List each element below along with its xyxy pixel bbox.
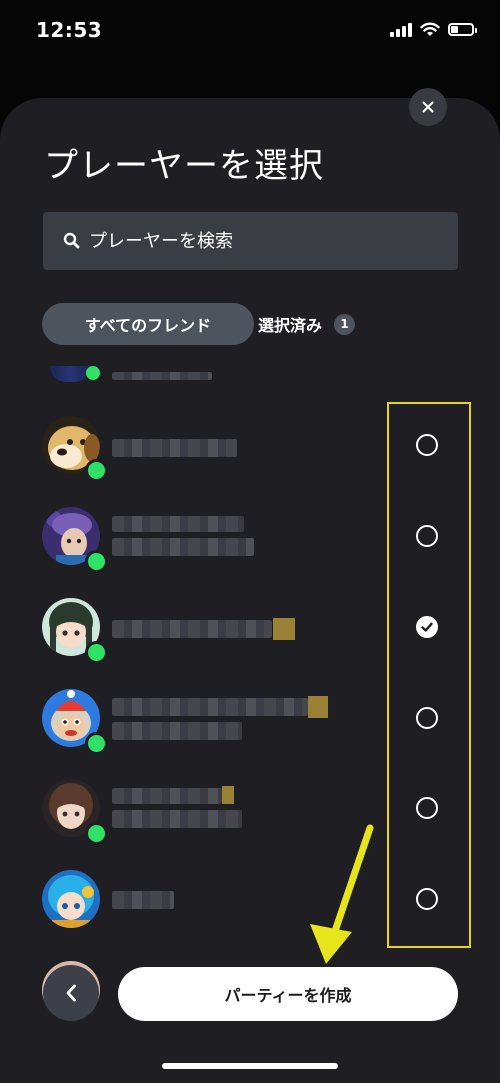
- player-select-sheet: プレーヤーを選択 すべてのフレンド 選択済み 1: [0, 98, 500, 1083]
- home-indicator: [162, 1063, 338, 1069]
- tab-all-friends[interactable]: すべてのフレンド: [42, 303, 254, 345]
- select-radio[interactable]: [416, 434, 438, 456]
- online-indicator: [85, 550, 108, 573]
- select-radio[interactable]: [416, 797, 438, 819]
- status-time: 12:53: [36, 18, 103, 42]
- friend-badge: [222, 786, 234, 804]
- create-party-button[interactable]: パーティーを作成: [118, 967, 458, 1021]
- search-input[interactable]: [87, 229, 431, 253]
- friend-subtext: [112, 810, 242, 828]
- select-radio[interactable]: [416, 888, 438, 910]
- close-icon: [422, 101, 434, 113]
- avatar: [50, 366, 90, 382]
- status-bar: 12:53: [0, 0, 500, 60]
- friend-name: [112, 698, 308, 716]
- select-radio-checked[interactable]: [416, 616, 438, 638]
- online-indicator: [85, 732, 108, 755]
- wifi-icon: [420, 22, 440, 36]
- online-indicator: [85, 459, 108, 482]
- list-item[interactable]: [0, 585, 500, 675]
- friend-name: [112, 788, 222, 804]
- chevron-left-icon: [66, 984, 76, 1002]
- list-item[interactable]: [0, 403, 500, 493]
- friend-badge: [273, 618, 295, 640]
- cellular-signal-icon: [390, 22, 412, 37]
- list-item[interactable]: [0, 676, 500, 766]
- online-indicator: [86, 366, 100, 380]
- online-indicator: [85, 822, 108, 845]
- search-icon: [63, 230, 85, 252]
- checkmark-icon: [421, 622, 433, 632]
- friend-badge: [308, 696, 328, 718]
- selected-count-badge: 1: [334, 313, 356, 335]
- list-item[interactable]: [0, 857, 500, 947]
- select-radio[interactable]: [416, 707, 438, 729]
- list-item[interactable]: [0, 494, 500, 584]
- close-button[interactable]: [409, 88, 447, 126]
- online-indicator: [85, 641, 108, 664]
- tab-selected-label: 選択済み: [258, 316, 323, 335]
- tab-selected[interactable]: 選択済み 1: [258, 303, 356, 345]
- search-box[interactable]: [43, 212, 458, 270]
- list-item-partial: [0, 366, 500, 386]
- battery-icon: [448, 23, 477, 36]
- friend-name: [112, 372, 212, 380]
- screen: 12:53 プレーヤーを選択 すべてのフレンド: [0, 0, 500, 1083]
- friend-name: [112, 891, 174, 909]
- friend-subtext: [112, 538, 254, 556]
- status-icons: [390, 22, 477, 37]
- friend-name: [112, 620, 272, 638]
- blue-hair-character-avatar: [42, 870, 100, 928]
- friend-subtext: [112, 722, 242, 740]
- list-item[interactable]: [0, 766, 500, 856]
- friend-name: [112, 516, 244, 532]
- friend-name: [112, 439, 237, 457]
- select-radio[interactable]: [416, 525, 438, 547]
- back-button[interactable]: [43, 965, 99, 1021]
- page-title: プレーヤーを選択: [44, 146, 324, 186]
